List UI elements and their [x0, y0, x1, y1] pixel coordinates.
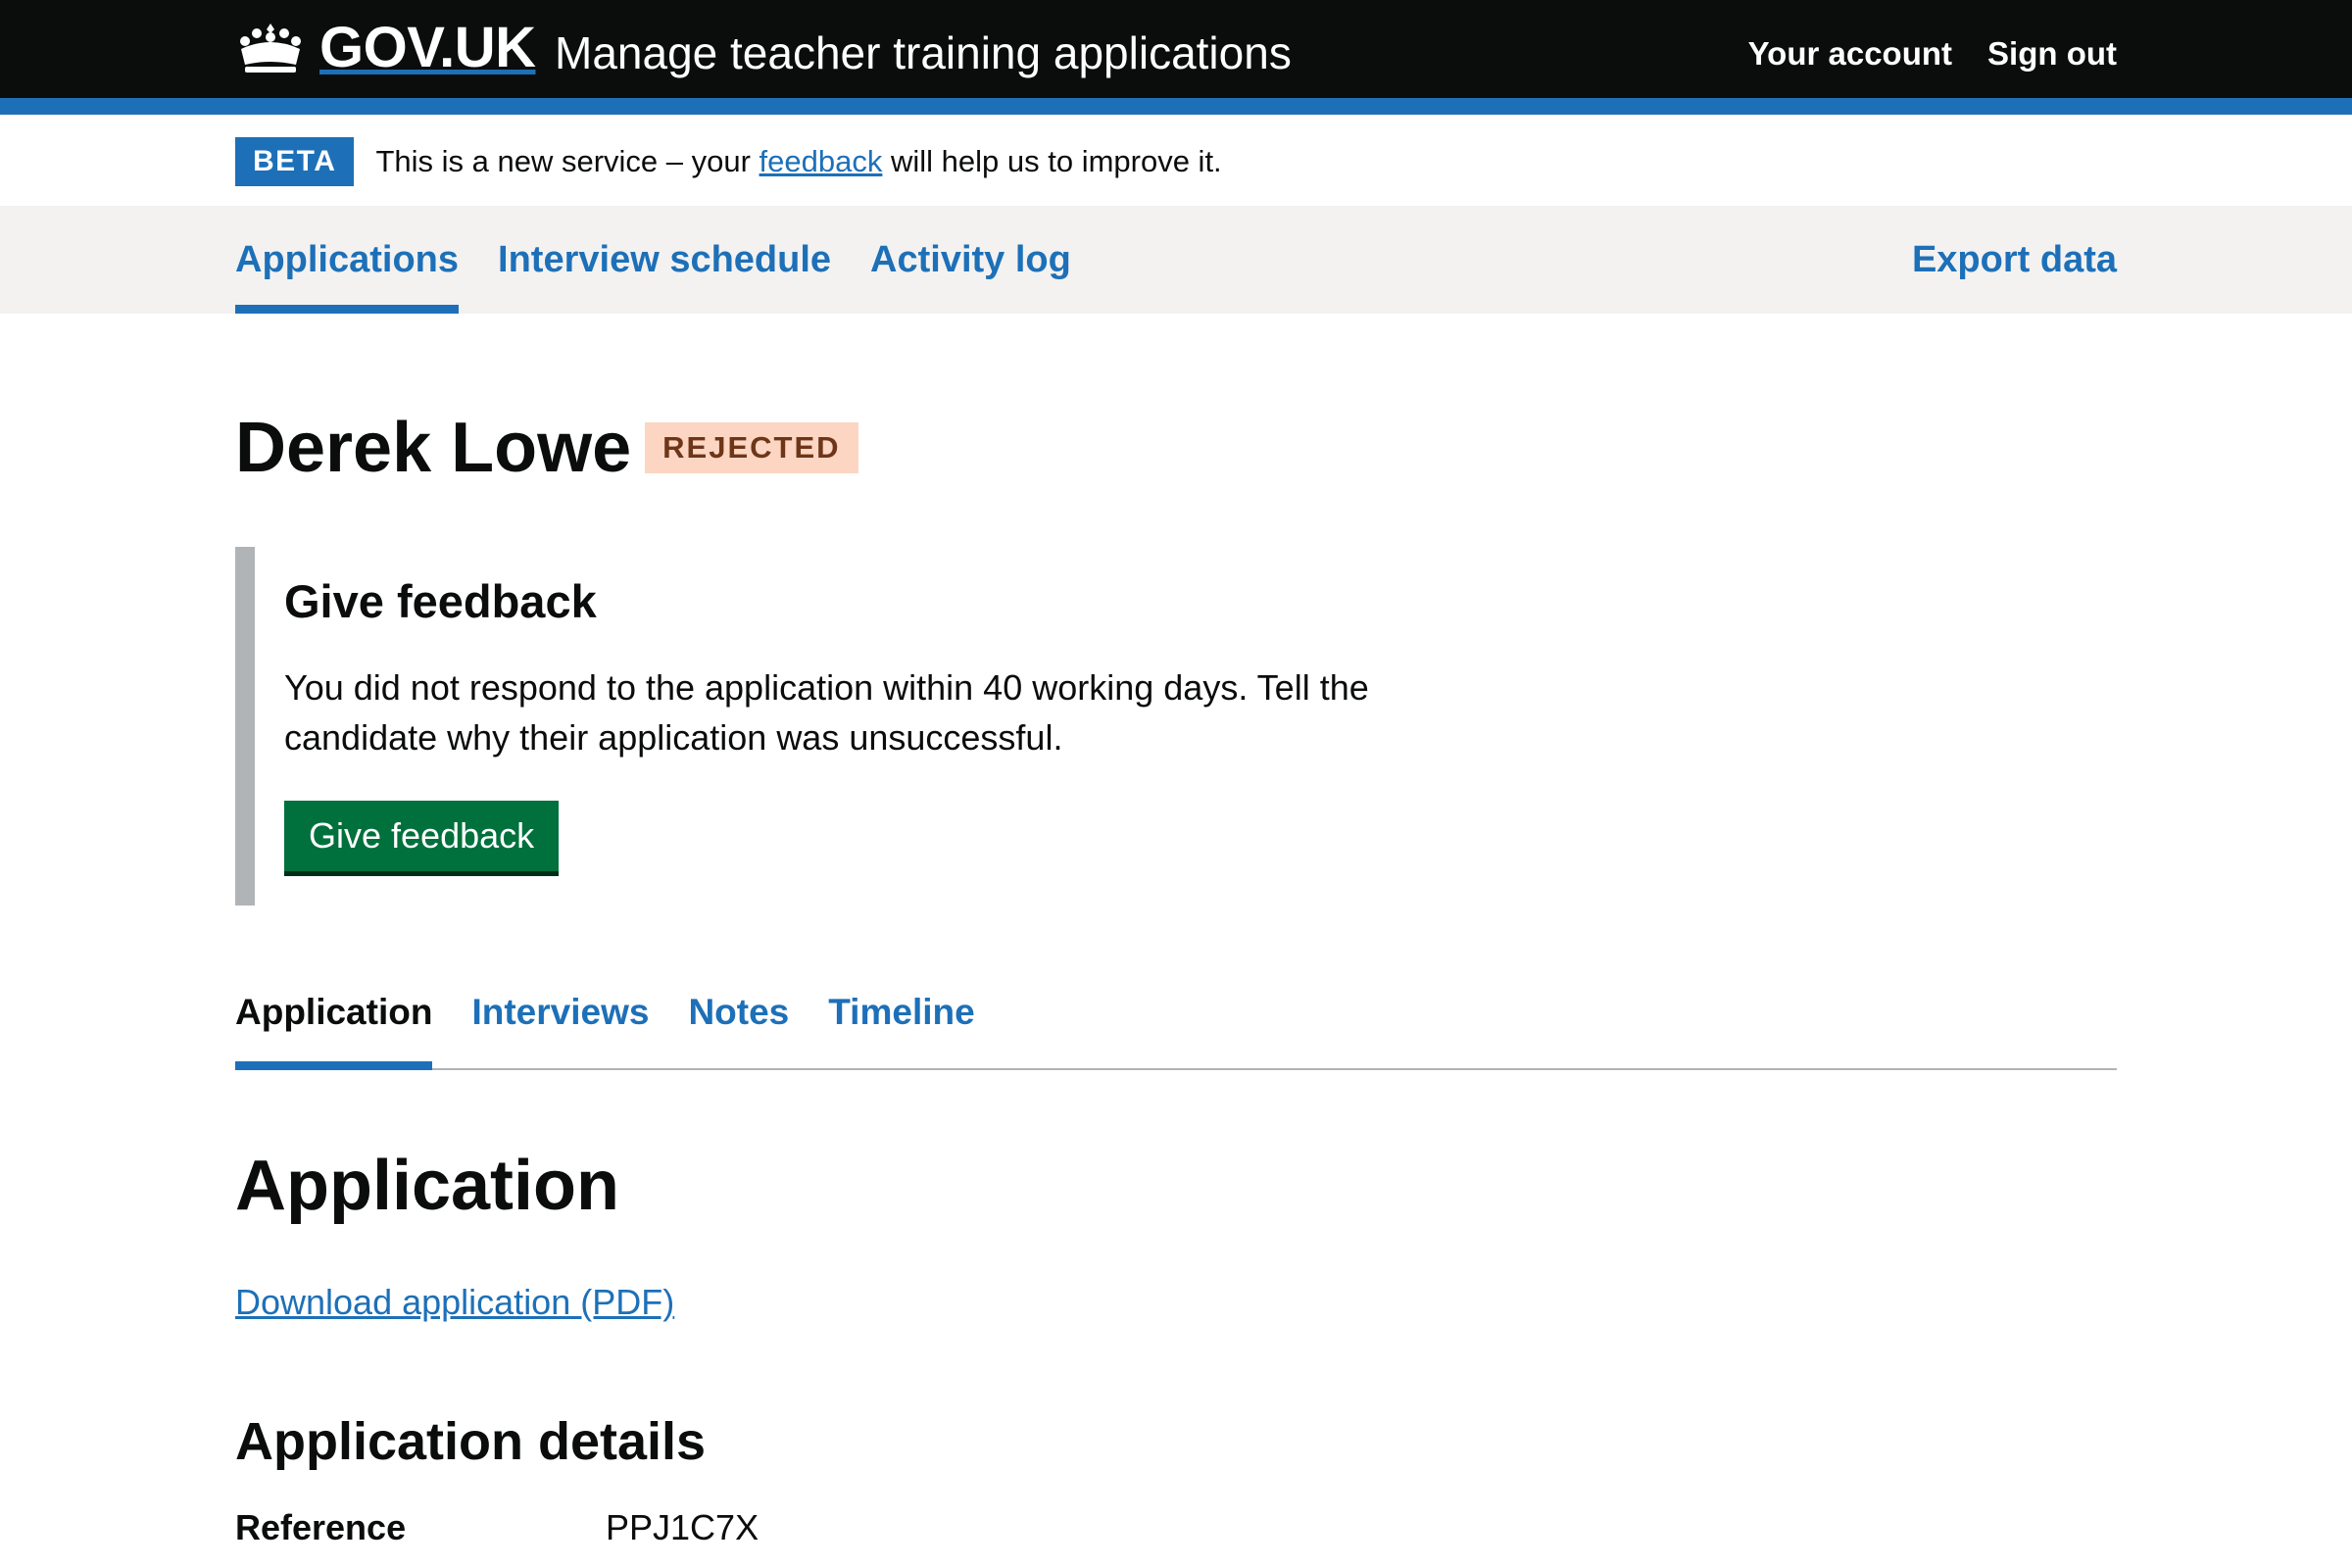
crown-icon	[240, 24, 301, 73]
application-details-heading: Application details	[235, 1412, 707, 1471]
primary-navigation: Applications Interview schedule Activity…	[0, 206, 2352, 314]
give-feedback-inset: Give feedback You did not respond to the…	[235, 547, 1431, 906]
phase-text-before: This is a new service – your	[375, 144, 760, 178]
nav-export-data[interactable]: Export data	[1912, 206, 2117, 314]
title-row: Derek Lowe REJECTED	[235, 404, 858, 492]
tab-timeline[interactable]: Timeline	[828, 984, 974, 1068]
phase-text-after: will help us to improve it.	[882, 144, 1222, 178]
page-title: Derek Lowe	[235, 409, 632, 487]
site-header: GOV.UK Manage teacher training applicati…	[0, 0, 2352, 98]
inset-heading: Give feedback	[284, 575, 597, 627]
header-navigation: Your account Sign out	[1748, 35, 2117, 73]
beta-tag: BETA	[235, 137, 355, 186]
summary-value-reference: PPJ1C7X	[606, 1507, 760, 1547]
your-account-link[interactable]: Your account	[1748, 35, 1952, 73]
govuk-logo-link[interactable]: GOV.UK	[235, 15, 536, 79]
logo-text: GOV.UK	[319, 15, 536, 79]
sub-navigation-tabs: Application Interviews Notes Timeline	[235, 984, 2117, 1070]
tab-notes[interactable]: Notes	[688, 984, 789, 1068]
download-pdf-link[interactable]: Download application (PDF)	[235, 1282, 674, 1323]
header-blue-bar	[0, 98, 2352, 115]
give-feedback-button[interactable]: Give feedback	[284, 801, 560, 871]
summary-key-reference: Reference	[235, 1507, 407, 1547]
phase-banner-text: This is a new service – your feedback wi…	[375, 144, 1221, 179]
inset-body: You did not respond to the application w…	[284, 667, 1369, 758]
nav-applications[interactable]: Applications	[235, 206, 460, 314]
service-name-link[interactable]: Manage teacher training applications	[555, 25, 1292, 80]
phase-banner: BETA This is a new service – your feedba…	[235, 137, 1222, 186]
feedback-link[interactable]: feedback	[760, 144, 883, 178]
sign-out-link[interactable]: Sign out	[1987, 35, 2117, 73]
tab-interviews[interactable]: Interviews	[471, 984, 649, 1068]
section-title: Application	[235, 1147, 619, 1225]
nav-activity-log[interactable]: Activity log	[870, 206, 1071, 314]
status-badge: REJECTED	[645, 422, 858, 473]
tab-application[interactable]: Application	[235, 984, 433, 1070]
nav-interview-schedule[interactable]: Interview schedule	[498, 206, 831, 314]
